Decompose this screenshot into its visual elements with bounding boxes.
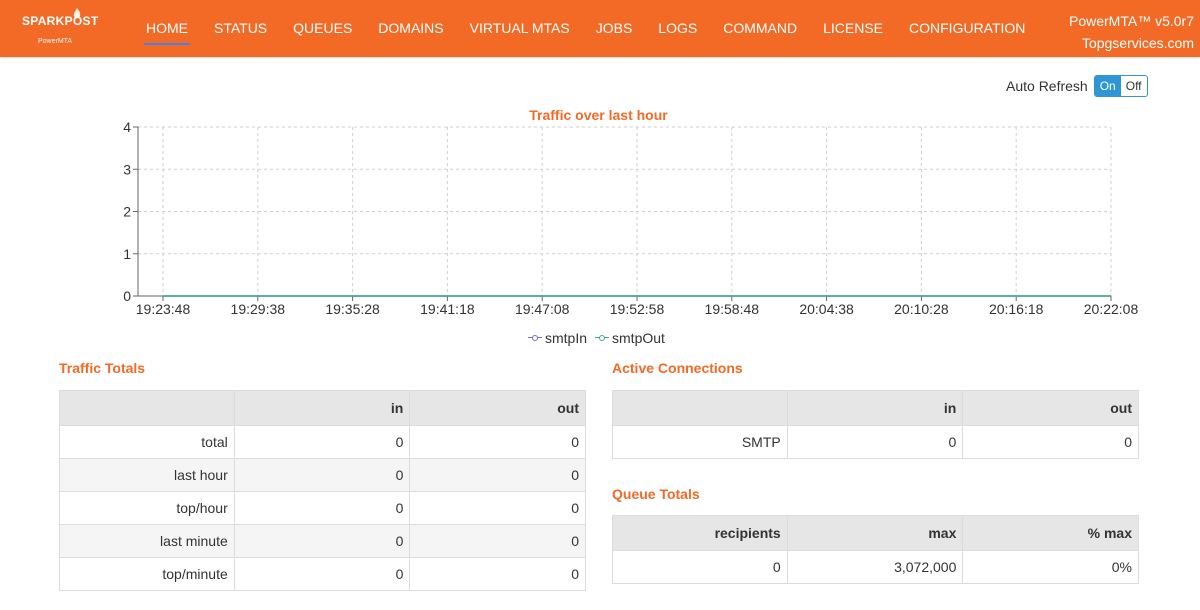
cell-percent-max: 0% [962,550,1139,584]
table-header: recipients [612,515,788,551]
row-label: last hour [59,458,235,492]
main-nav: HOME STATUS QUEUES DOMAINS VIRTUAL MTAS … [134,18,1039,45]
table-row: total 0 0 [59,425,586,459]
queue-totals-table: recipients max % max 0 3,072,000 0% [612,515,1139,584]
row-label: top/hour [59,491,235,525]
chart-legend: smtpIn smtpOut [528,330,673,346]
table-row: 0 3,072,000 0% [612,550,1139,584]
x-tick-label: 19:41:18 [420,301,475,317]
auto-refresh-toggle[interactable]: On Off [1093,75,1148,97]
table-header: in [786,390,964,426]
active-connections-table: in out SMTP 0 0 [612,390,1139,459]
row-label: last minute [59,524,235,558]
table-header: out [962,390,1139,426]
host-text: Topgservices.com [1081,35,1194,51]
table-row: last hour 0 0 [59,458,586,492]
legend-label-smtpin: smtpIn [545,330,588,346]
table-header-row: recipients max % max [612,515,1139,551]
table-header: in [233,390,411,426]
nav-home[interactable]: HOME [134,18,200,45]
traffic-chart: 0 1 2 3 4 19:23:48 19:29:38 19:35:28 19:41:18 19:… [123,120,1139,317]
version-info: PowerMTA™ v5.0r7 Topgservices.com [1069,10,1194,54]
nav-status[interactable]: STATUS [202,18,279,41]
auto-refresh-label: Auto Refresh [1006,78,1088,94]
y-tick-label: 0 [123,288,131,304]
queue-totals-title: Queue Totals [612,486,700,502]
legend-smtpin[interactable]: smtpIn [528,330,587,346]
legend-smtpout[interactable]: smtpOut [595,330,665,346]
x-tick-label: 19:35:28 [325,301,380,317]
cell-in: 0 [233,557,411,591]
version-text: PowerMTA™ v5.0r7 [1069,13,1194,29]
y-tick-label: 1 [123,246,131,262]
cell-in: 0 [233,425,411,459]
table-header [612,390,788,426]
toggle-off-button[interactable]: Off [1120,76,1147,96]
x-tick-label: 19:58:48 [705,301,760,317]
cell-in: 0 [786,425,964,459]
row-label: total [59,425,235,459]
table-header-row: in out [612,390,1139,426]
traffic-totals-title: Traffic Totals [59,360,146,376]
cell-out: 0 [962,425,1139,459]
nav-configuration[interactable]: CONFIGURATION [897,18,1037,41]
x-tick-label: 19:52:58 [610,301,665,317]
x-tick-label: 20:10:28 [894,301,949,317]
nav-domains[interactable]: DOMAINS [366,18,455,41]
table-row: top/hour 0 0 [59,491,586,525]
legend-swatch-smtpin [528,334,542,342]
y-tick-label: 3 [123,161,131,177]
x-tick-label: 19:47:08 [515,301,570,317]
table-row: SMTP 0 0 [612,425,1139,459]
nav-license[interactable]: LICENSE [811,18,895,41]
logo-text: SPARKPOST [22,14,99,28]
x-tick-label: 20:22:08 [1084,301,1139,317]
cell-recipients: 0 [612,550,788,584]
cell-out: 0 [409,557,586,591]
legend-label-smtpout: smtpOut [612,330,665,346]
table-row: top/minute 0 0 [59,557,586,591]
nav-command[interactable]: COMMAND [711,18,809,41]
toggle-on-button[interactable]: On [1094,76,1121,96]
cell-out: 0 [409,524,586,558]
cell-in: 0 [233,524,411,558]
traffic-totals-table: in out total 0 0 last hour 0 0 top/hour … [59,390,586,591]
flame-icon [73,8,81,19]
cell-out: 0 [409,425,586,459]
cell-out: 0 [409,458,586,492]
top-navbar: SPARKPOST PowerMTA HOME STATUS QUEUES DO… [0,0,1200,57]
cell-in: 0 [233,491,411,525]
row-label: top/minute [59,557,235,591]
legend-swatch-smtpout [595,334,610,342]
nav-logs[interactable]: LOGS [646,18,709,41]
active-connections-title: Active Connections [612,360,743,376]
sparkpost-logo[interactable]: SPARKPOST PowerMTA [22,8,102,48]
table-header-row: in out [59,390,586,426]
table-header: out [409,390,586,426]
table-header [59,390,235,426]
cell-max: 3,072,000 [786,550,964,584]
table-header: max [786,515,964,551]
x-tick-label: 20:04:38 [799,301,854,317]
x-tick-label: 19:29:38 [231,301,286,317]
table-row: last minute 0 0 [59,524,586,558]
row-label: SMTP [612,425,788,459]
table-header: % max [962,515,1139,551]
auto-refresh: Auto Refresh On Off [1006,75,1148,97]
logo-subtext: PowerMTA [38,38,73,45]
nav-virtual-mtas[interactable]: VIRTUAL MTAS [458,18,582,41]
nav-queues[interactable]: QUEUES [281,18,364,41]
nav-jobs[interactable]: JOBS [584,18,645,41]
y-tick-label: 2 [123,204,131,220]
x-tick-label: 19:23:48 [136,301,191,317]
cell-out: 0 [409,491,586,525]
x-tick-label: 20:16:18 [989,301,1044,317]
y-tick-label: 4 [123,120,131,135]
cell-in: 0 [233,458,411,492]
